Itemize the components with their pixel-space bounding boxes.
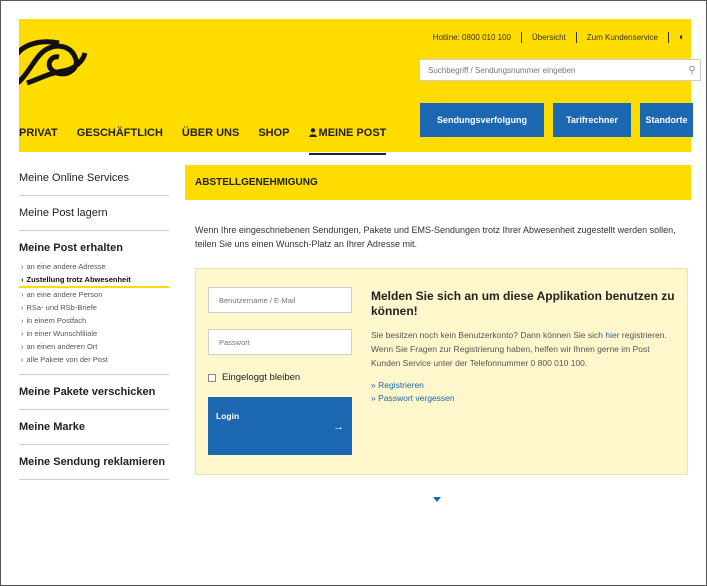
- tracking-button[interactable]: Sendungsverfolgung: [420, 103, 544, 137]
- sidebar-item-post-erhalten[interactable]: Meine Post erhalten: [19, 231, 169, 260]
- nav-item-ueber-uns[interactable]: ÜBER UNS: [182, 127, 239, 141]
- nav-item-shop[interactable]: SHOP: [258, 127, 289, 141]
- page-title-bar: ABSTELLGENEHMIGUNG: [185, 165, 691, 200]
- sidebar-item-post-lagern[interactable]: Meine Post lagern: [19, 196, 169, 231]
- quick-buttons: Sendungsverfolgung Tarifrechner Standort…: [420, 103, 702, 137]
- search-input[interactable]: [426, 64, 684, 76]
- login-links: » Registrieren » Passwort vergessen: [371, 379, 676, 405]
- search-box: ⚲: [419, 59, 701, 81]
- divider: [521, 32, 522, 43]
- remember-me[interactable]: Eingeloggt bleiben: [208, 372, 300, 383]
- register-link[interactable]: » Registrieren: [371, 379, 676, 392]
- username-field[interactable]: [217, 288, 351, 312]
- nav-item-label: MEINE POST: [318, 127, 387, 139]
- sidebar-item-pakete-verschicken[interactable]: Meine Pakete verschicken: [19, 375, 169, 410]
- sidebar: Meine Online Services Meine Post lagern …: [19, 161, 169, 480]
- nav-item-meine-post[interactable]: MEINE POST: [308, 127, 387, 155]
- sidebar-subitem[interactable]: › in einem Postfach: [19, 314, 169, 327]
- login-description: Sie besitzen noch kein Benutzerkonto? Da…: [371, 328, 676, 370]
- sidebar-subitem-active[interactable]: › Zustellung trotz Abwesenheit: [19, 273, 169, 288]
- arrow-right-icon: →: [333, 421, 344, 433]
- login-heading: Melden Sie sich an um diese Applikation …: [371, 289, 675, 318]
- sidebar-item-online-services[interactable]: Meine Online Services: [19, 161, 169, 196]
- remember-checkbox[interactable]: [208, 373, 216, 382]
- password-field-wrapper: [208, 329, 352, 355]
- nav-item-privat[interactable]: PRIVAT: [19, 127, 58, 141]
- locations-button[interactable]: Standorte: [640, 103, 693, 137]
- customer-service-link[interactable]: Zum Kundenservice: [587, 33, 658, 42]
- register-here-link[interactable]: hier: [605, 330, 619, 340]
- forgot-password-link[interactable]: » Passwort vergessen: [371, 392, 676, 405]
- sidebar-sublist: › an eine andere Adresse › Zustellung trot…: [19, 260, 169, 375]
- login-panel: Eingeloggt bleiben Login → Melden Sie si…: [195, 268, 688, 475]
- main-nav: PRIVAT GESCHÄFTLICH ÜBER UNS SHOP MEINE …: [19, 113, 405, 155]
- sidebar-item-meine-marke[interactable]: Meine Marke: [19, 410, 169, 445]
- login-button[interactable]: Login →: [208, 397, 352, 455]
- remember-label: Eingeloggt bleiben: [222, 372, 301, 383]
- sidebar-subitem[interactable]: › in einer Wunschfiliale: [19, 327, 169, 340]
- overview-link[interactable]: Übersicht: [532, 33, 566, 42]
- tariff-calculator-button[interactable]: Tarifrechner: [553, 103, 631, 137]
- intro-text: Wenn Ihre eingeschriebenen Sendungen, Pa…: [195, 225, 676, 249]
- hotline-link[interactable]: Hotline: 0800 010 100: [433, 33, 511, 42]
- utility-bar: Hotline: 0800 010 100 Übersicht Zum Kund…: [433, 32, 685, 43]
- user-icon: [308, 128, 317, 137]
- sidebar-subitem[interactable]: › RSa- und RSb-Briefe: [19, 301, 169, 314]
- divider: [667, 32, 669, 43]
- site-header: Hotline: 0800 010 100 Übersicht Zum Kund…: [19, 19, 701, 155]
- login-info: Melden Sie sich an um diese Applikation …: [371, 289, 676, 405]
- sidebar-subitem[interactable]: › an eine andere Person: [19, 288, 169, 301]
- nav-item-geschaeftlich[interactable]: GESCHÄFTLICH: [77, 127, 163, 141]
- desc-text: Sie besitzen noch kein Benutzerkonto? Da…: [371, 330, 606, 340]
- username-field-wrapper: [208, 287, 352, 313]
- password-field[interactable]: [217, 330, 351, 354]
- search-icon[interactable]: ⚲: [684, 65, 700, 76]
- accessibility-icon[interactable]: ◐: [679, 32, 685, 43]
- sidebar-subitem[interactable]: › an eine andere Adresse: [19, 260, 169, 273]
- login-button-label: Login: [216, 411, 240, 421]
- sidebar-item-reklamieren[interactable]: Meine Sendung reklamieren: [19, 445, 169, 480]
- page-title: ABSTELLGENEHMIGUNG: [195, 177, 318, 188]
- divider: [575, 32, 577, 43]
- sidebar-subitem[interactable]: › an einen anderen Ort: [19, 340, 169, 353]
- sidebar-subitem[interactable]: › alle Pakete von der Post: [19, 353, 169, 366]
- chevron-down-icon[interactable]: [433, 497, 441, 502]
- post-horn-logo[interactable]: [19, 35, 89, 97]
